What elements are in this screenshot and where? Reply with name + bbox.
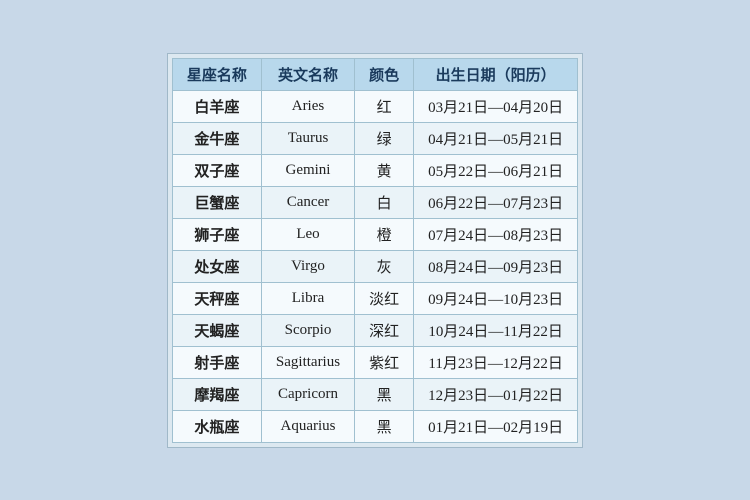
cell-dates: 06月22日—07月23日 — [414, 186, 578, 218]
col-header-chinese: 星座名称 — [172, 58, 261, 90]
cell-english: Libra — [261, 282, 354, 314]
col-header-dates: 出生日期（阳历） — [414, 58, 578, 90]
cell-chinese: 摩羯座 — [172, 378, 261, 410]
cell-color: 绿 — [355, 122, 414, 154]
cell-english: Leo — [261, 218, 354, 250]
cell-color: 黄 — [355, 154, 414, 186]
cell-english: Capricorn — [261, 378, 354, 410]
table-row: 处女座Virgo灰08月24日—09月23日 — [172, 250, 577, 282]
cell-english: Virgo — [261, 250, 354, 282]
cell-chinese: 金牛座 — [172, 122, 261, 154]
cell-english: Aries — [261, 90, 354, 122]
table-row: 天蝎座Scorpio深红10月24日—11月22日 — [172, 314, 577, 346]
cell-dates: 08月24日—09月23日 — [414, 250, 578, 282]
cell-color: 黑 — [355, 410, 414, 442]
table-row: 摩羯座Capricorn黑12月23日—01月22日 — [172, 378, 577, 410]
cell-color: 白 — [355, 186, 414, 218]
cell-dates: 10月24日—11月22日 — [414, 314, 578, 346]
col-header-color: 颜色 — [355, 58, 414, 90]
cell-chinese: 射手座 — [172, 346, 261, 378]
cell-color: 橙 — [355, 218, 414, 250]
cell-dates: 04月21日—05月21日 — [414, 122, 578, 154]
cell-english: Scorpio — [261, 314, 354, 346]
cell-color: 灰 — [355, 250, 414, 282]
cell-color: 红 — [355, 90, 414, 122]
cell-chinese: 处女座 — [172, 250, 261, 282]
table-header-row: 星座名称 英文名称 颜色 出生日期（阳历） — [172, 58, 577, 90]
table-row: 射手座Sagittarius紫红11月23日—12月22日 — [172, 346, 577, 378]
table-row: 天秤座Libra淡红09月24日—10月23日 — [172, 282, 577, 314]
cell-color: 淡红 — [355, 282, 414, 314]
cell-chinese: 狮子座 — [172, 218, 261, 250]
col-header-english: 英文名称 — [261, 58, 354, 90]
table-row: 金牛座Taurus绿04月21日—05月21日 — [172, 122, 577, 154]
cell-dates: 12月23日—01月22日 — [414, 378, 578, 410]
cell-dates: 03月21日—04月20日 — [414, 90, 578, 122]
cell-color: 紫红 — [355, 346, 414, 378]
cell-dates: 09月24日—10月23日 — [414, 282, 578, 314]
cell-dates: 07月24日—08月23日 — [414, 218, 578, 250]
cell-dates: 05月22日—06月21日 — [414, 154, 578, 186]
cell-color: 深红 — [355, 314, 414, 346]
cell-english: Gemini — [261, 154, 354, 186]
table-row: 水瓶座Aquarius黑01月21日—02月19日 — [172, 410, 577, 442]
cell-color: 黑 — [355, 378, 414, 410]
cell-english: Aquarius — [261, 410, 354, 442]
cell-dates: 11月23日—12月22日 — [414, 346, 578, 378]
table-row: 狮子座Leo橙07月24日—08月23日 — [172, 218, 577, 250]
zodiac-table-container: 星座名称 英文名称 颜色 出生日期（阳历） 白羊座Aries红03月21日—04… — [167, 53, 583, 448]
cell-english: Taurus — [261, 122, 354, 154]
cell-chinese: 水瓶座 — [172, 410, 261, 442]
cell-chinese: 巨蟹座 — [172, 186, 261, 218]
table-row: 双子座Gemini黄05月22日—06月21日 — [172, 154, 577, 186]
cell-chinese: 天秤座 — [172, 282, 261, 314]
cell-chinese: 白羊座 — [172, 90, 261, 122]
table-row: 白羊座Aries红03月21日—04月20日 — [172, 90, 577, 122]
cell-chinese: 双子座 — [172, 154, 261, 186]
cell-dates: 01月21日—02月19日 — [414, 410, 578, 442]
zodiac-table: 星座名称 英文名称 颜色 出生日期（阳历） 白羊座Aries红03月21日—04… — [172, 58, 578, 443]
cell-english: Sagittarius — [261, 346, 354, 378]
cell-english: Cancer — [261, 186, 354, 218]
table-row: 巨蟹座Cancer白06月22日—07月23日 — [172, 186, 577, 218]
cell-chinese: 天蝎座 — [172, 314, 261, 346]
